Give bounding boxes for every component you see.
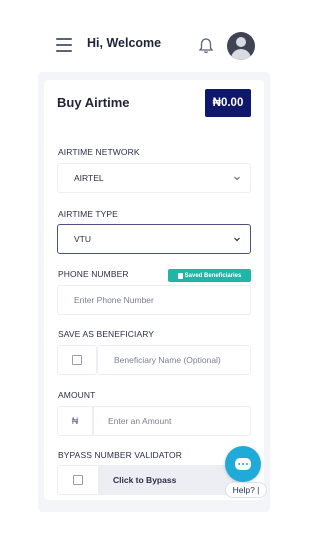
amount-placeholder: Enter an Amount xyxy=(108,416,172,426)
saved-beneficiaries-label: Saved Beneficiaries xyxy=(184,272,242,279)
chat-icon xyxy=(235,458,251,470)
network-value: AIRTEL xyxy=(74,173,104,183)
amount-label: AMOUNT xyxy=(58,390,96,400)
wallet-balance: ₦0.00 xyxy=(205,89,251,117)
page-title: Buy Airtime xyxy=(57,95,130,110)
bell-icon[interactable] xyxy=(198,37,214,55)
network-select[interactable]: AIRTEL xyxy=(57,163,251,193)
type-select[interactable]: VTU xyxy=(57,224,251,254)
checkbox[interactable] xyxy=(72,355,82,365)
menu-icon[interactable] xyxy=(56,38,72,52)
beneficiary-name-input[interactable]: Beneficiary Name (Optional) xyxy=(97,345,251,375)
checkbox[interactable] xyxy=(73,475,83,485)
welcome-text: Hi, Welcome xyxy=(87,36,162,50)
chevron-down-icon xyxy=(234,237,240,242)
amount-input[interactable]: Enter an Amount xyxy=(93,406,251,436)
bypass-label: BYPASS NUMBER VALIDATOR xyxy=(58,450,183,460)
help-button[interactable]: Help? | xyxy=(225,482,267,498)
avatar[interactable] xyxy=(227,32,255,60)
type-label: AIRTIME TYPE xyxy=(58,209,118,219)
network-label: AIRTIME NETWORK xyxy=(58,147,140,157)
beneficiary-placeholder: Beneficiary Name (Optional) xyxy=(114,355,221,365)
phone-placeholder: Enter Phone Number xyxy=(74,295,154,305)
chevron-down-icon xyxy=(234,176,240,181)
naira-prefix: ₦ xyxy=(57,406,93,436)
bypass-button[interactable]: Click to Bypass xyxy=(99,465,241,495)
saved-beneficiaries-button[interactable]: Saved Beneficiaries xyxy=(168,269,251,282)
top-bar: Hi, Welcome xyxy=(0,0,300,80)
phone-input[interactable]: Enter Phone Number xyxy=(57,285,251,315)
phone-label: PHONE NUMBER xyxy=(58,269,129,279)
bypass-checkbox[interactable] xyxy=(57,465,99,495)
chat-button[interactable] xyxy=(225,446,261,482)
type-value: VTU xyxy=(74,234,91,244)
contact-icon xyxy=(177,272,183,279)
save-beneficiary-checkbox[interactable] xyxy=(57,345,97,375)
beneficiary-label: SAVE AS BENEFICIARY xyxy=(58,329,155,339)
